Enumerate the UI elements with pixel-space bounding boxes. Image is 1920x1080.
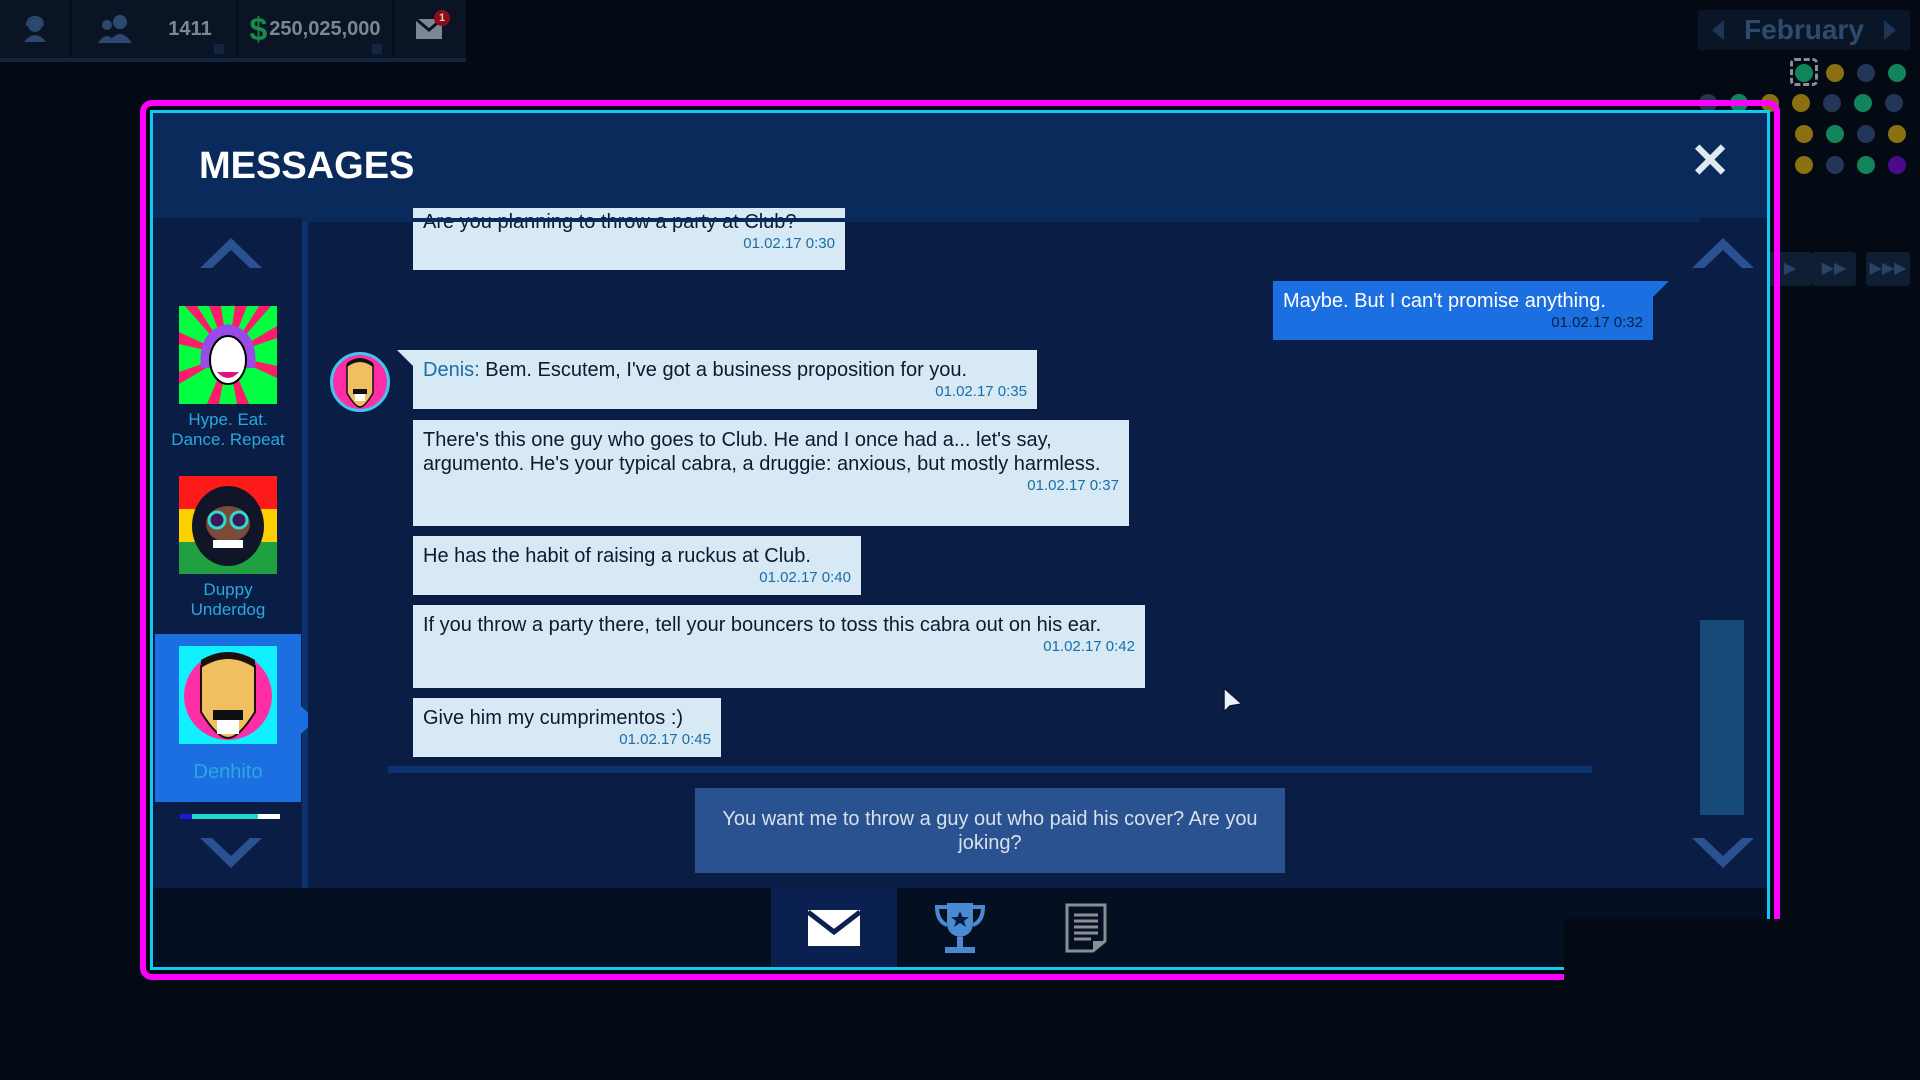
money-value: 250,025,000 <box>269 17 381 40</box>
calendar-day-dot[interactable] <box>1826 64 1844 82</box>
avatar-duppy <box>179 476 277 574</box>
message-timestamp: 01.02.17 0:35 <box>935 383 1027 400</box>
calendar-day-dot[interactable] <box>1888 125 1906 143</box>
chat-scroll-down-icon[interactable] <box>1692 838 1754 868</box>
bubble-tail <box>1653 281 1669 297</box>
message-timestamp: 01.02.17 0:42 <box>1043 638 1135 655</box>
today-marker <box>1790 58 1818 86</box>
month-label: February <box>1744 14 1864 45</box>
info-icon[interactable] <box>372 44 382 54</box>
message-text: If you throw a party there, tell your bo… <box>423 614 1102 636</box>
calendar-day-dot[interactable] <box>1857 156 1875 174</box>
tab-notes[interactable] <box>1023 888 1149 967</box>
fastest-forward-icon: ▶▶▶ <box>1869 260 1907 277</box>
contacts-progress-bar <box>180 814 280 819</box>
trophy-icon <box>934 902 986 953</box>
triangle-right-icon[interactable] <box>1884 20 1896 40</box>
message-timestamp: 01.02.17 0:45 <box>619 731 711 748</box>
occluded-region <box>1564 919 1920 1080</box>
tab-achievements[interactable] <box>897 888 1023 967</box>
chat-scrollbar-thumb[interactable] <box>1700 620 1744 815</box>
calendar-day-dot[interactable] <box>1857 64 1875 82</box>
people-icon <box>98 15 133 43</box>
contact-denhito[interactable]: Denhito <box>155 634 301 802</box>
contact-hype-eat-dance-repeat[interactable]: Hype. Eat. Dance. Repeat <box>155 306 301 450</box>
calendar-day-dot[interactable] <box>1885 94 1903 112</box>
message-bubble-sent: Maybe. But I can't promise anything. 01.… <box>1273 281 1653 340</box>
fast-forward-icon: ▶▶ <box>1821 260 1847 277</box>
staff-button[interactable] <box>0 0 72 58</box>
message-text: Maybe. But I can't promise anything. <box>1283 290 1606 312</box>
chat-avatar-denis <box>330 352 390 412</box>
message-timestamp: 01.02.17 0:40 <box>759 569 851 586</box>
message-sender: Denis: <box>423 359 480 381</box>
avatar-denhito <box>179 646 277 744</box>
tab-messages[interactable] <box>771 888 897 967</box>
message-bubble: He has the habit of raising a ruckus at … <box>413 536 861 595</box>
message-text: He has the habit of raising a ruckus at … <box>423 545 811 567</box>
message-bubble: Denis: Bem. Escutem, I've got a business… <box>413 350 1037 409</box>
close-x-icon: ✕ <box>1690 135 1731 188</box>
month-selector: February <box>1698 10 1910 50</box>
message-timestamp: 01.02.17 0:32 <box>1551 314 1643 331</box>
message-text: There's this one guy who goes to Club. H… <box>423 429 1101 475</box>
mail-button[interactable]: 1 <box>394 0 464 58</box>
contact-name: Denhito <box>193 761 263 783</box>
headset-person-icon <box>24 15 46 42</box>
calendar-day-dot[interactable] <box>1823 94 1841 112</box>
reply-option-button[interactable]: You want me to throw a guy out who paid … <box>695 788 1285 873</box>
money-counter[interactable]: $ 250,025,000 <box>238 0 394 58</box>
calendar-day-dot[interactable] <box>1857 125 1875 143</box>
contact-duppy-underdog[interactable]: Duppy Underdog <box>155 476 301 620</box>
speed-fastest-button[interactable]: ▶▶▶ <box>1866 252 1910 286</box>
calendar-day-dot[interactable] <box>1792 94 1810 112</box>
message-bubble: Give him my cumprimentos :) 01.02.17 0:4… <box>413 698 721 757</box>
message-text: Are you planning to throw a party at Clu… <box>423 211 797 233</box>
document-icon <box>1065 903 1107 952</box>
message-bubble: There's this one guy who goes to Club. H… <box>413 420 1129 526</box>
message-bubble: If you throw a party there, tell your bo… <box>413 605 1145 688</box>
contacts-scroll-up-icon[interactable] <box>200 238 262 268</box>
chat-scroll-up-icon[interactable] <box>1692 238 1754 268</box>
contacts-scroll-down-icon[interactable] <box>200 838 262 868</box>
message-timestamp: 01.02.17 0:30 <box>743 235 835 252</box>
avatar-hype <box>179 306 277 404</box>
dollar-icon: $ <box>249 10 268 47</box>
denis-face-icon <box>346 358 374 408</box>
contact-name-line2: Underdog <box>190 600 266 619</box>
play-icon: ▶ <box>1783 260 1797 277</box>
info-icon[interactable] <box>214 44 224 54</box>
calendar-day-dot[interactable] <box>1888 64 1906 82</box>
message-timestamp: 01.02.17 0:37 <box>1027 477 1119 494</box>
calendar-day-dot[interactable] <box>1795 125 1813 143</box>
contact-name-line2: Dance. Repeat <box>171 430 285 449</box>
contact-name: Duppy <box>203 580 253 599</box>
message-text: Denis: Bem. Escutem, I've got a business… <box>423 359 968 381</box>
mail-badge: 1 <box>434 10 450 26</box>
calendar-day-dot[interactable] <box>1888 156 1906 174</box>
speed-fast-button[interactable]: ▶▶ <box>1812 252 1856 286</box>
calendar-day-dot[interactable] <box>1826 125 1844 143</box>
chat-separator <box>388 766 1592 773</box>
header-bottom-edge <box>303 218 1700 222</box>
guests-count: 1411 <box>168 17 212 40</box>
calendar-day-dot[interactable] <box>1826 156 1844 174</box>
calendar-day-dot[interactable] <box>1854 94 1872 112</box>
bubble-tail <box>397 350 413 366</box>
close-button[interactable]: ✕ <box>1690 138 1730 186</box>
envelope-icon <box>808 909 860 946</box>
mouse-cursor-icon <box>1223 686 1244 714</box>
modal-title: MESSAGES <box>199 145 415 187</box>
triangle-left-icon[interactable] <box>1712 20 1724 40</box>
message-text: Give him my cumprimentos :) <box>423 707 684 729</box>
guests-counter[interactable]: 1411 <box>72 0 238 58</box>
reply-option-text: You want me to throw a guy out who paid … <box>722 807 1258 854</box>
calendar-day-dot[interactable] <box>1795 156 1813 174</box>
contact-name: Hype. Eat. <box>188 410 268 429</box>
top-hud: 1411 $ 250,025,000 1 <box>0 0 466 62</box>
